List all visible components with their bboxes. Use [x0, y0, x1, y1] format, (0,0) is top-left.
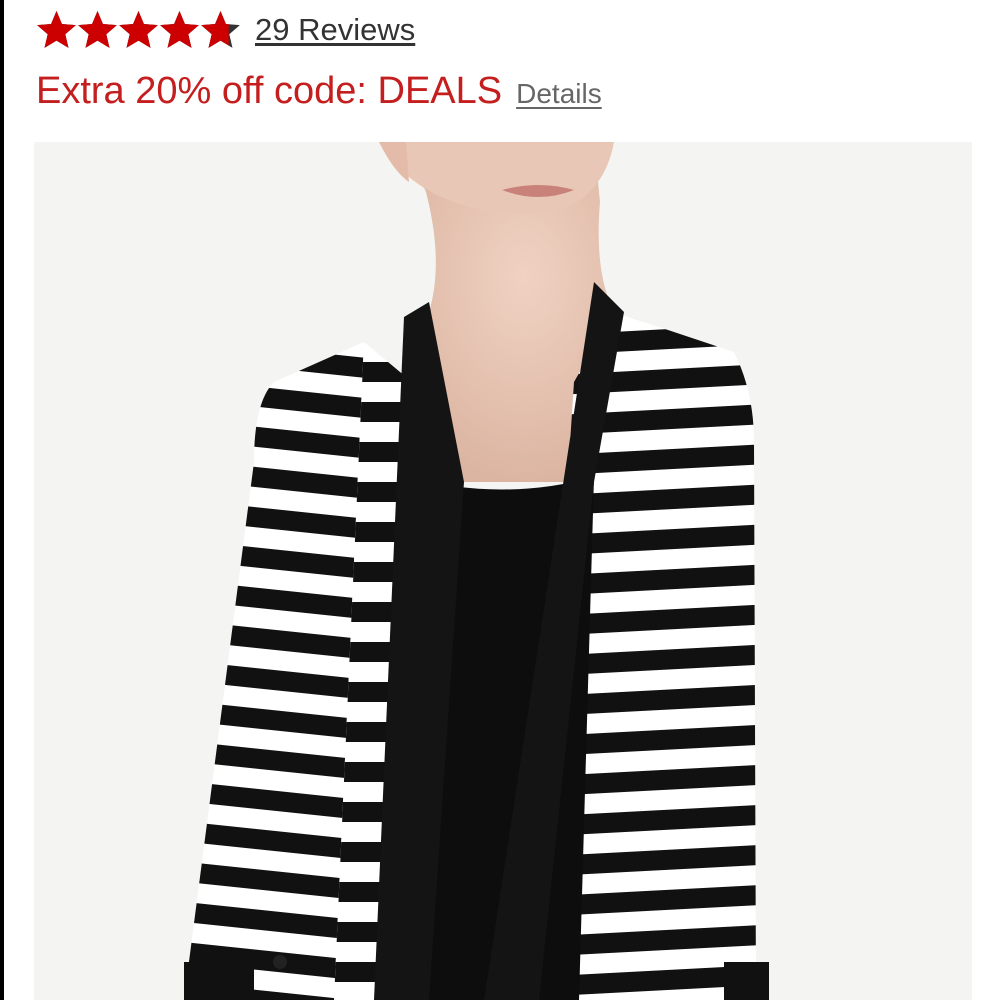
product-image[interactable]	[34, 142, 972, 1000]
star-icon	[160, 10, 199, 48]
promo-row: Extra 20% off code: DEALS Details	[36, 72, 602, 110]
star-rating[interactable]	[36, 9, 241, 50]
star-icon	[78, 10, 117, 48]
details-link[interactable]: Details	[516, 80, 602, 108]
rating-row: 29 Reviews	[36, 4, 415, 54]
button	[273, 955, 287, 969]
promo-code-text: Extra 20% off code: DEALS	[36, 70, 503, 112]
star-icon	[201, 10, 240, 48]
right-cuff	[724, 962, 769, 1000]
star-icon	[37, 10, 76, 48]
left-border	[0, 0, 4, 1000]
left-cuff	[184, 962, 254, 1000]
reviews-link[interactable]: 29 Reviews	[255, 14, 415, 45]
cardigan-illustration	[34, 142, 972, 1000]
star-icon	[119, 10, 158, 48]
product-page: 29 Reviews Extra 20% off code: DEALS Det…	[0, 0, 1000, 1000]
